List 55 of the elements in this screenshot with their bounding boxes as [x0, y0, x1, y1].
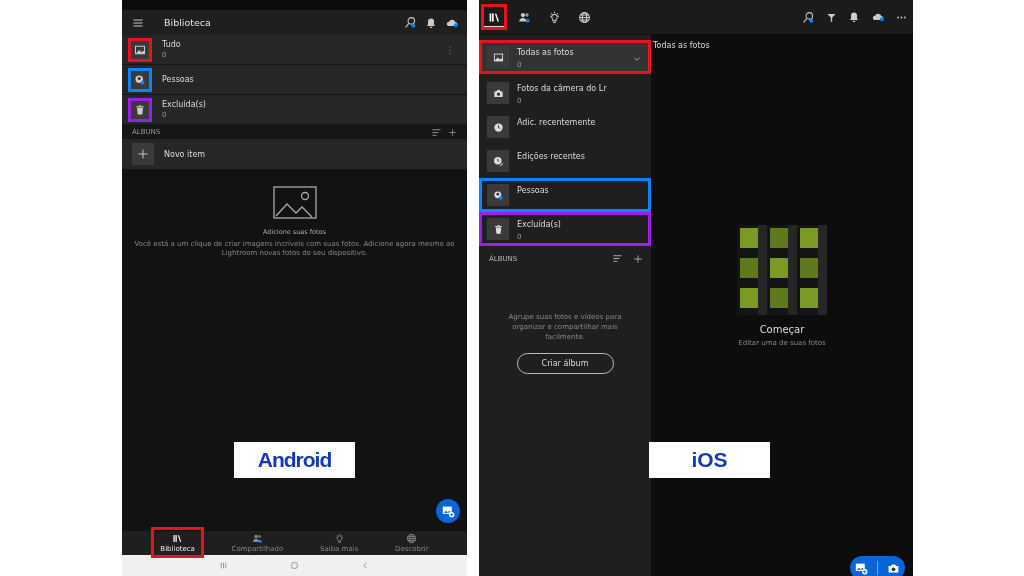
camera-icon	[887, 561, 901, 575]
sidebar-item[interactable]: Adic. recentemente	[479, 110, 651, 144]
books-icon	[487, 10, 501, 24]
sort-icon	[431, 126, 442, 138]
books-icon	[172, 532, 184, 544]
menu-icon	[132, 16, 144, 29]
image-icon	[492, 51, 504, 63]
sidebar-item[interactable]: Edições recentes	[479, 144, 651, 178]
add-tile[interactable]	[132, 143, 154, 165]
sort-icon	[612, 253, 623, 264]
item-label: Fotos da câmera do Lr	[517, 84, 608, 93]
home-icon	[290, 561, 299, 570]
item-label: Pessoas	[517, 186, 550, 195]
start-title: Começar	[759, 324, 805, 335]
item-label: Adic. recentemente	[517, 118, 597, 127]
tab[interactable]	[481, 4, 507, 30]
trash-icon	[492, 223, 504, 235]
item-label[interactable]: Excluída(s)	[162, 100, 455, 109]
platform-caption: iOS	[649, 442, 770, 478]
plus-icon	[633, 253, 643, 264]
people-icon	[251, 532, 263, 544]
person-icon	[134, 73, 146, 86]
item-label: Excluída(s)	[517, 220, 562, 229]
plus-icon	[448, 127, 457, 137]
platform-caption: Android	[234, 442, 355, 478]
bell-icon	[848, 11, 860, 23]
image-placeholder-icon	[272, 186, 317, 219]
search-icon	[404, 16, 417, 29]
item-label[interactable]: Tudo	[162, 40, 445, 49]
recent-apps-icon	[219, 561, 228, 570]
item-label: Todas as fotos	[517, 48, 575, 57]
trash-icon	[134, 103, 146, 116]
plus-icon	[137, 148, 149, 160]
bell-icon	[425, 16, 437, 29]
clock-icon	[492, 121, 504, 133]
back-icon	[361, 561, 370, 570]
globe-icon	[577, 10, 591, 24]
camera-button[interactable]	[887, 561, 901, 575]
app-bar-title: Biblioteca	[164, 17, 212, 28]
content-title: Todas as fotos	[653, 41, 710, 50]
add-photo-icon	[441, 504, 455, 518]
item-label: Edições recentes	[517, 152, 586, 161]
filter-icon	[826, 11, 837, 23]
lightbulb-icon	[547, 10, 561, 24]
add-photo-button[interactable]	[436, 499, 460, 523]
camera-icon	[492, 87, 504, 99]
image-icon	[134, 43, 146, 56]
search-icon	[802, 10, 815, 24]
clock-pencil-icon	[492, 155, 504, 167]
item-label[interactable]: Novo item	[164, 149, 206, 159]
lightbulb-icon	[333, 532, 345, 544]
globe-icon	[406, 532, 418, 544]
sidebar-item[interactable]: Pessoas	[479, 178, 651, 212]
person-icon	[492, 189, 504, 201]
people-icon	[517, 10, 531, 24]
